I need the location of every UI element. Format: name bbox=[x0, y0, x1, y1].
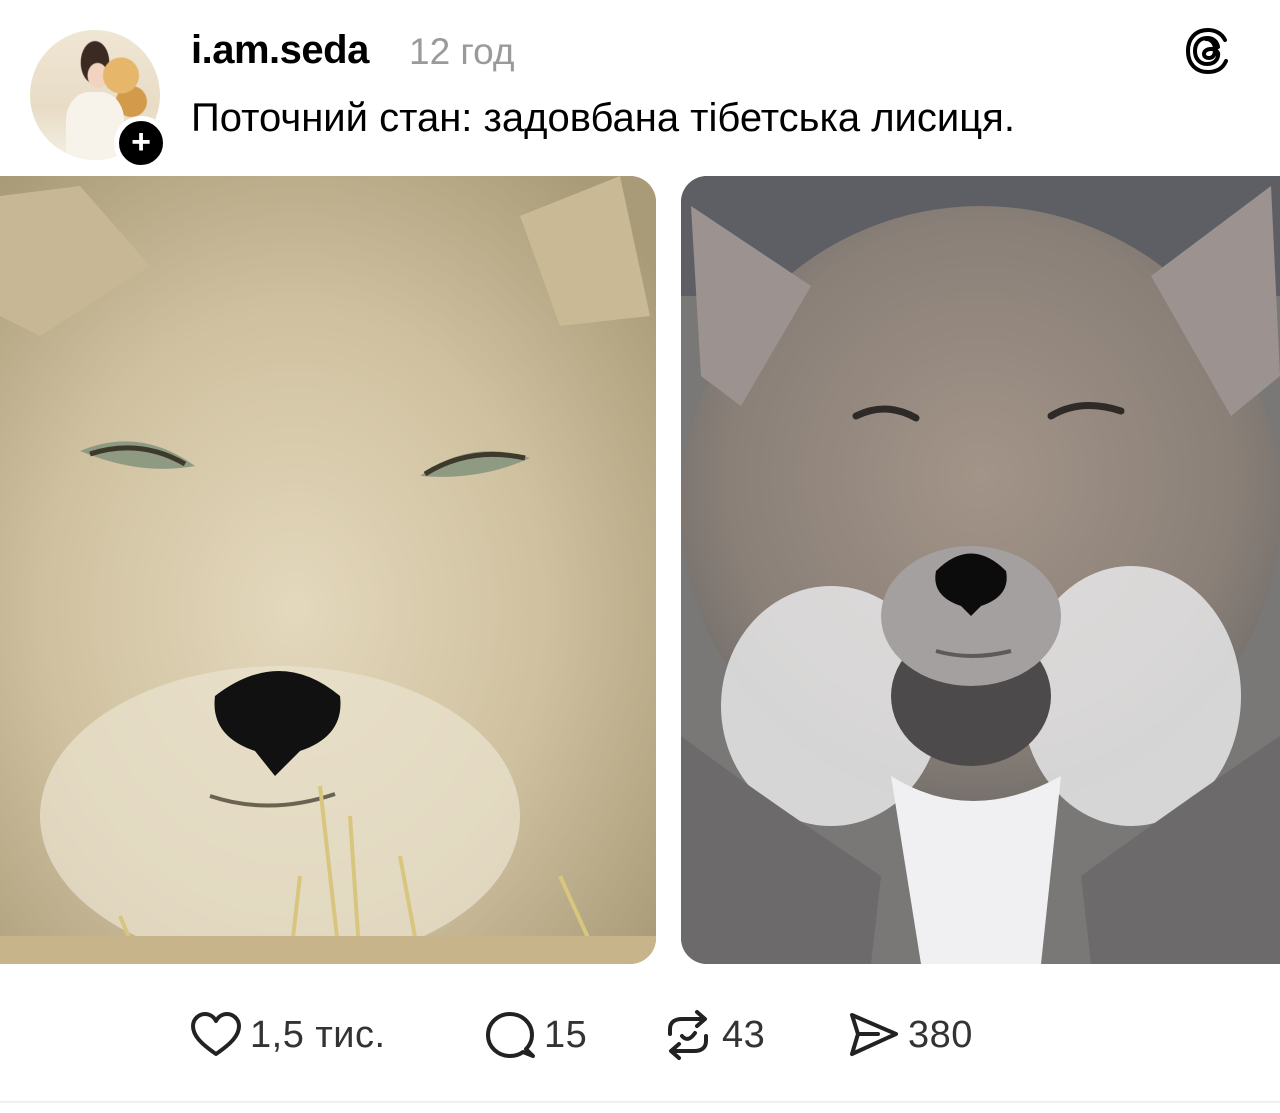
follow-button[interactable]: + bbox=[114, 116, 168, 170]
like-button[interactable]: 1,5 тис. bbox=[188, 1004, 386, 1066]
avatar-container[interactable]: + bbox=[30, 30, 168, 170]
like-count: 1,5 тис. bbox=[250, 1013, 386, 1056]
action-bar: 1,5 тис. 15 43 380 bbox=[0, 1004, 1280, 1066]
repost-count: 43 bbox=[722, 1013, 766, 1056]
repost-button[interactable]: 43 bbox=[660, 1004, 765, 1066]
reply-button[interactable]: 15 bbox=[482, 1004, 587, 1066]
fox-photo-right[interactable] bbox=[681, 176, 1280, 964]
post-caption: Поточний стан: задовбана тібетська лисиц… bbox=[191, 96, 1015, 140]
reply-bubble-icon bbox=[486, 1012, 535, 1058]
username[interactable]: i.am.seda bbox=[191, 28, 369, 73]
post-divider bbox=[0, 1101, 1280, 1103]
post-timestamp: 12 год bbox=[409, 31, 515, 72]
fox-photo-left[interactable] bbox=[0, 176, 656, 964]
repost-icon bbox=[668, 1010, 708, 1060]
reply-count: 15 bbox=[544, 1013, 588, 1056]
send-icon bbox=[850, 1013, 898, 1056]
share-count: 380 bbox=[908, 1013, 973, 1056]
share-button[interactable]: 380 bbox=[846, 1004, 973, 1066]
threads-icon[interactable] bbox=[1183, 26, 1233, 76]
heart-icon bbox=[191, 1012, 241, 1056]
